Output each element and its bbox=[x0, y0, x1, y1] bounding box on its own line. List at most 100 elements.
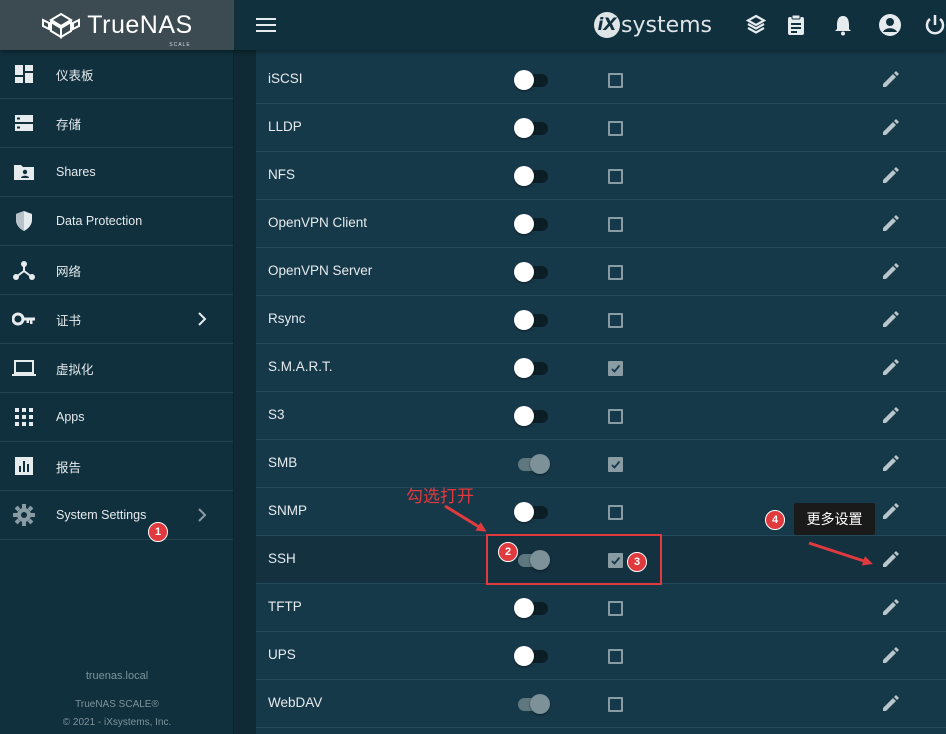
edit-icon[interactable] bbox=[880, 164, 904, 188]
start-automatically-checkbox[interactable] bbox=[608, 73, 623, 88]
service-name: SMB bbox=[268, 455, 298, 470]
service-row: UPS bbox=[256, 632, 946, 680]
service-row: TFTP bbox=[256, 584, 946, 632]
running-toggle[interactable] bbox=[514, 308, 550, 332]
service-name: OpenVPN Server bbox=[268, 263, 373, 278]
service-row: OpenVPN Server bbox=[256, 248, 946, 296]
sidebar-item-data-protection[interactable]: Data Protection bbox=[0, 197, 233, 246]
chevron-right-icon bbox=[198, 508, 207, 522]
running-toggle[interactable] bbox=[514, 260, 550, 284]
sidebar-item-label: Apps bbox=[56, 410, 85, 424]
running-toggle[interactable] bbox=[514, 356, 550, 380]
edit-icon[interactable] bbox=[880, 644, 904, 668]
brand-logo[interactable]: TrueNAS SCALE bbox=[0, 0, 234, 50]
running-toggle[interactable] bbox=[514, 500, 550, 524]
bell-icon[interactable] bbox=[830, 12, 856, 38]
start-automatically-checkbox[interactable] bbox=[608, 217, 623, 232]
service-row: S3 bbox=[256, 392, 946, 440]
sidebar-item-certificates[interactable]: 证书 bbox=[0, 295, 233, 344]
laptop-icon bbox=[12, 356, 36, 380]
running-toggle[interactable] bbox=[514, 452, 550, 476]
service-name: SSH bbox=[268, 551, 296, 566]
edit-icon[interactable] bbox=[880, 116, 904, 140]
sidebar-item-label: Shares bbox=[56, 165, 96, 179]
edit-icon[interactable] bbox=[880, 356, 904, 380]
sidebar-item-label: 虚拟化 bbox=[56, 362, 94, 377]
sidebar-item-network[interactable]: 网络 bbox=[0, 246, 233, 295]
dashboard-icon bbox=[12, 62, 36, 86]
service-name: NFS bbox=[268, 167, 295, 182]
running-toggle[interactable] bbox=[514, 116, 550, 140]
service-name: TFTP bbox=[268, 599, 302, 614]
product-version: TrueNAS SCALE® bbox=[75, 699, 159, 710]
edit-icon[interactable] bbox=[880, 308, 904, 332]
start-automatically-checkbox[interactable] bbox=[608, 553, 623, 568]
sidebar-item-label: 证书 bbox=[56, 313, 82, 328]
running-toggle[interactable] bbox=[514, 548, 550, 572]
sidebar-item-storage[interactable]: 存储 bbox=[0, 99, 233, 148]
start-automatically-checkbox[interactable] bbox=[608, 361, 623, 376]
edit-icon[interactable] bbox=[880, 692, 904, 716]
truecommand-icon[interactable] bbox=[743, 12, 769, 38]
main-content: iSCSI LLDP NFS OpenVPN Client OpenVPN Server… bbox=[234, 50, 946, 734]
start-automatically-checkbox[interactable] bbox=[608, 457, 623, 472]
edit-icon[interactable] bbox=[880, 68, 904, 92]
sidebar-item-shares[interactable]: Shares bbox=[0, 148, 233, 197]
more-settings-tooltip: 更多设置 bbox=[794, 503, 875, 535]
account-icon[interactable] bbox=[877, 12, 903, 38]
service-row: S.M.A.R.T. bbox=[256, 344, 946, 392]
service-name: S.M.A.R.T. bbox=[268, 359, 333, 374]
start-automatically-checkbox[interactable] bbox=[608, 697, 623, 712]
start-automatically-checkbox[interactable] bbox=[608, 169, 623, 184]
running-toggle[interactable] bbox=[514, 68, 550, 92]
running-toggle[interactable] bbox=[514, 644, 550, 668]
running-toggle[interactable] bbox=[514, 692, 550, 716]
sidebar-item-virtualization[interactable]: 虚拟化 bbox=[0, 344, 233, 393]
top-bar: TrueNAS SCALE iX systems bbox=[0, 0, 946, 50]
sidebar-item-label: System Settings bbox=[56, 508, 147, 522]
start-automatically-checkbox[interactable] bbox=[608, 265, 623, 280]
power-icon[interactable] bbox=[922, 12, 946, 38]
start-automatically-checkbox[interactable] bbox=[608, 649, 623, 664]
sidebar-item-apps[interactable]: Apps bbox=[0, 393, 233, 442]
edit-icon[interactable] bbox=[880, 548, 904, 572]
service-row: SSH bbox=[256, 536, 946, 584]
running-toggle[interactable] bbox=[514, 596, 550, 620]
menu-icon bbox=[256, 18, 276, 20]
sidebar-item-reporting[interactable]: 报告 bbox=[0, 442, 233, 491]
chevron-right-icon bbox=[198, 312, 207, 326]
sidebar-item-dashboard[interactable]: 仪表板 bbox=[0, 50, 233, 99]
clipboard-icon[interactable] bbox=[783, 12, 809, 38]
sidebar-item-label: 仪表板 bbox=[56, 68, 94, 83]
edit-icon[interactable] bbox=[880, 452, 904, 476]
running-toggle[interactable] bbox=[514, 404, 550, 428]
folder-share-icon bbox=[12, 160, 36, 184]
edit-icon[interactable] bbox=[880, 404, 904, 428]
edit-icon[interactable] bbox=[880, 212, 904, 236]
truenas-logo-icon bbox=[42, 12, 81, 39]
edit-icon[interactable] bbox=[880, 596, 904, 620]
annotation-badge: 4 bbox=[765, 510, 785, 530]
running-toggle[interactable] bbox=[514, 212, 550, 236]
hostname: truenas.local bbox=[85, 670, 149, 682]
service-name: SNMP bbox=[268, 503, 308, 518]
start-automatically-checkbox[interactable] bbox=[608, 601, 623, 616]
running-toggle[interactable] bbox=[514, 164, 550, 188]
service-row: WebDAV bbox=[256, 680, 946, 728]
ixsystems-logo-mark: iX bbox=[594, 12, 620, 38]
menu-toggle-button[interactable] bbox=[256, 13, 284, 37]
edit-icon[interactable] bbox=[880, 260, 904, 284]
start-automatically-checkbox[interactable] bbox=[608, 409, 623, 424]
annotation-check-open: 勾选打开 bbox=[406, 487, 474, 507]
edit-icon[interactable] bbox=[880, 500, 904, 524]
sidebar-item-label: Data Protection bbox=[56, 214, 143, 228]
start-automatically-checkbox[interactable] bbox=[608, 121, 623, 136]
service-name: LLDP bbox=[268, 119, 302, 134]
ixsystems-logo: iX systems bbox=[594, 10, 712, 40]
key-icon bbox=[12, 307, 36, 331]
service-name: Rsync bbox=[268, 311, 306, 326]
ixsystems-logo-text: systems bbox=[621, 12, 712, 38]
start-automatically-checkbox[interactable] bbox=[608, 313, 623, 328]
start-automatically-checkbox[interactable] bbox=[608, 505, 623, 520]
sidebar-item-system-settings[interactable]: System Settings bbox=[0, 491, 233, 540]
